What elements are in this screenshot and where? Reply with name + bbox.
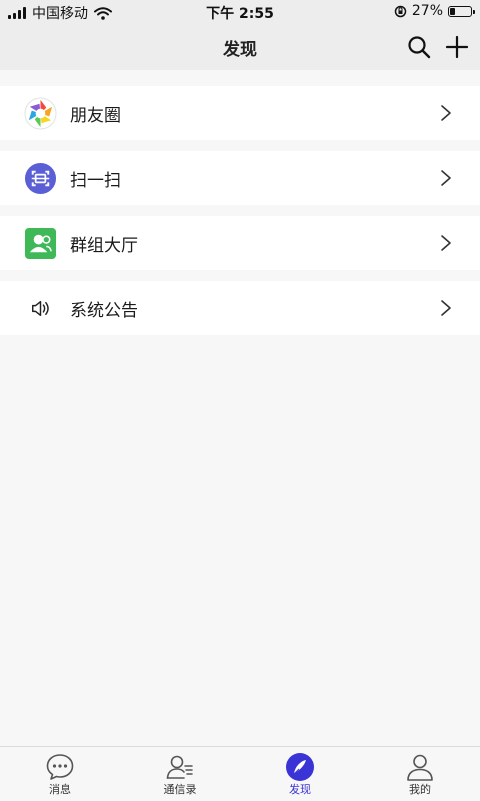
menu-item-label: 朋友圈 [70, 106, 121, 126]
tab-profile[interactable]: 我的 [360, 747, 480, 801]
moments-aperture-icon [24, 97, 57, 130]
status-bar: 中国移动 下午 2:55 27% [0, 0, 480, 24]
status-right: 27% [394, 3, 475, 19]
battery-fill [450, 7, 456, 15]
menu-item-announcements[interactable]: 系统公告 [0, 281, 480, 335]
tab-bar: 消息 通信录 发现 我的 [0, 746, 480, 801]
tab-label: 我的 [409, 783, 431, 796]
chevron-right-icon [441, 300, 451, 316]
menu-item-scan[interactable]: 扫一扫 [0, 151, 480, 205]
tab-label: 通信录 [163, 783, 197, 796]
plus-icon[interactable] [444, 34, 470, 60]
scan-icon [24, 162, 57, 195]
tab-contacts[interactable]: 通信录 [120, 747, 240, 801]
search-icon[interactable] [406, 34, 432, 60]
menu-item-label: 扫一扫 [70, 171, 121, 191]
tab-label: 消息 [49, 783, 71, 796]
menu-item-label: 群组大厅 [70, 236, 138, 256]
battery-icon [448, 5, 475, 17]
discover-menu: 朋友圈 扫一扫 群组大厅 系统公告 [0, 86, 480, 346]
contacts-icon [166, 755, 193, 779]
profile-icon [407, 754, 433, 781]
rotation-lock-icon [394, 5, 407, 17]
speaker-icon [32, 300, 49, 317]
menu-item-label: 系统公告 [70, 301, 138, 321]
compass-icon [286, 753, 314, 781]
nav-bar: 发现 [0, 24, 480, 70]
chevron-right-icon [441, 105, 451, 121]
menu-item-group-hall[interactable]: 群组大厅 [0, 216, 480, 270]
chevron-right-icon [441, 235, 451, 251]
chat-bubble-icon [46, 754, 74, 780]
tab-discover[interactable]: 发现 [240, 747, 360, 801]
group-hall-icon [24, 227, 57, 260]
battery-percent: 27% [411, 3, 443, 19]
menu-item-moments[interactable]: 朋友圈 [0, 86, 480, 140]
chevron-right-icon [441, 170, 451, 186]
tab-messages[interactable]: 消息 [0, 747, 120, 801]
tab-label: 发现 [289, 783, 311, 796]
